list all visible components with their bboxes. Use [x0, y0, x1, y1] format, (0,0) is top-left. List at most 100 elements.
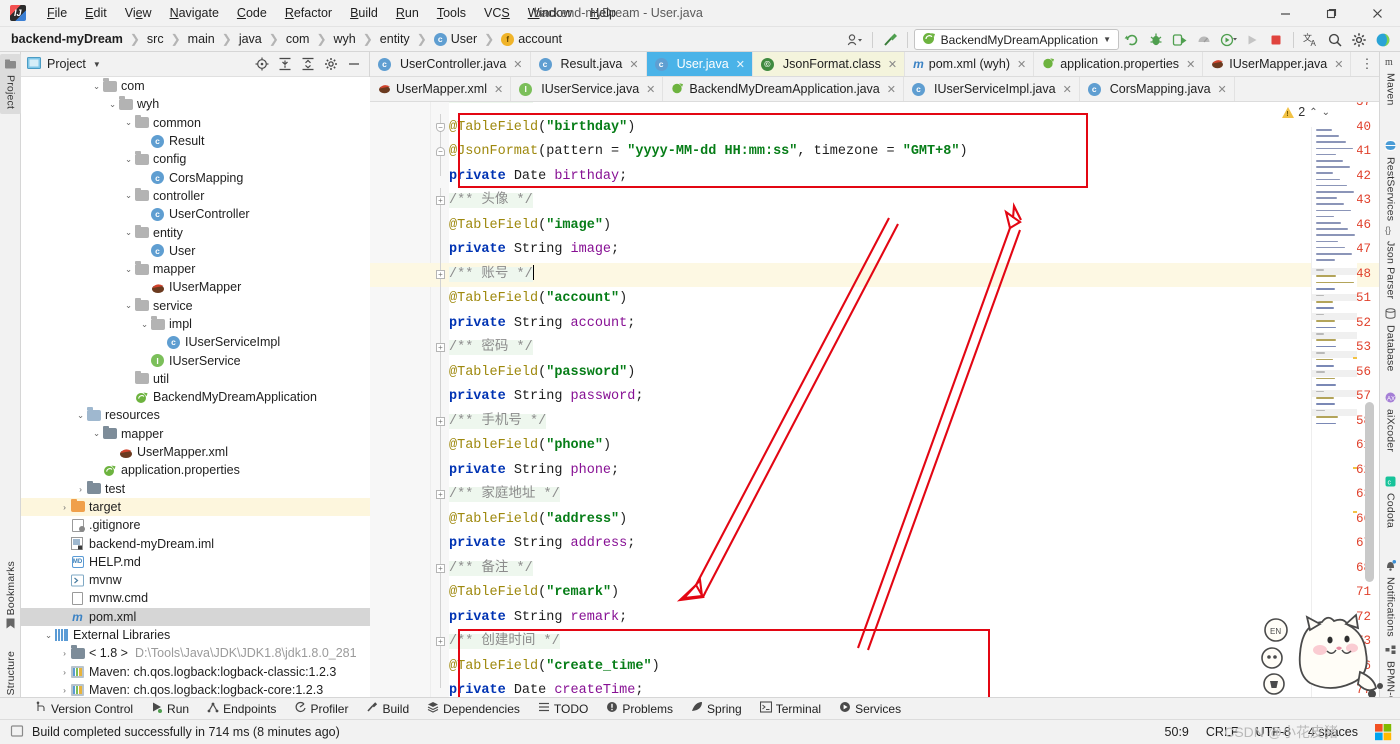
tool-window-profiler[interactable]: Profiler [285, 700, 357, 717]
chevron-down-icon[interactable]: ⌄ [123, 190, 134, 201]
breadcrumb-item-main[interactable]: main [185, 31, 218, 47]
next-problem-icon[interactable]: ⌄ [1322, 107, 1330, 118]
tree-item-maven-ch-qos-logback-logback-classic-1-2-3[interactable]: › Maven: ch.qos.logback:logback-classic:1… [21, 663, 370, 681]
sidebar-item-bookmarks[interactable]: Bookmarks [0, 561, 21, 632]
caret-position[interactable]: 50:9 [1165, 725, 1189, 739]
close-icon[interactable]: ✕ [1063, 83, 1072, 96]
close-icon[interactable]: ✕ [1334, 58, 1343, 71]
hide-panel-icon[interactable] [344, 55, 363, 74]
profile-icon[interactable] [1193, 30, 1215, 50]
tool-window-endpoints[interactable]: Endpoints [198, 700, 285, 717]
tree-item--gitignore[interactable]: .gitignore [21, 516, 370, 534]
editor-tabs-row-1[interactable]: c UserController.java ✕ c Result.java ✕ c User.… [370, 52, 1379, 77]
maximize-button[interactable] [1308, 0, 1354, 27]
tree-item-resources[interactable]: ⌄ resources [21, 406, 370, 424]
run-configuration-selector[interactable]: BackendMyDreamApplication ▼ [913, 29, 1119, 50]
chevron-right-icon[interactable]: › [59, 648, 70, 658]
tree-item-mapper[interactable]: ⌄ mapper [21, 260, 370, 278]
breadcrumb-item-user[interactable]: c User [431, 31, 480, 47]
breadcrumb-item-entity[interactable]: entity [377, 31, 413, 47]
fold-expand-icon[interactable]: + [436, 196, 445, 205]
tree-item-usermapper-xml[interactable]: UserMapper.xml [21, 443, 370, 461]
menu-code[interactable]: Code [228, 3, 276, 23]
user-icon[interactable] [844, 30, 866, 50]
menu-refactor[interactable]: Refactor [276, 3, 341, 23]
chevron-down-icon[interactable]: ▼ [93, 60, 101, 69]
source-code[interactable]: /** 生日 */ @TableField("birthday") @JsonFor… [449, 102, 1379, 714]
run-with-coverage-icon[interactable] [1169, 30, 1191, 50]
breadcrumb-item-java[interactable]: java [236, 31, 265, 47]
sidebar-item-restservices[interactable]: RestServices [1380, 140, 1400, 221]
close-icon[interactable]: ✕ [887, 83, 896, 96]
sidebar-item-aixcoder[interactable]: AX aiXcoder [1380, 392, 1400, 452]
chevron-down-icon[interactable]: ⌄ [75, 410, 86, 421]
tool-window-run[interactable]: Run [142, 700, 198, 717]
sidebar-item-project[interactable]: Project [0, 54, 21, 115]
tree-item-wyh[interactable]: ⌄ wyh [21, 95, 370, 113]
fold-expand-icon[interactable]: + [436, 490, 445, 499]
chevron-down-icon[interactable]: ⌄ [91, 428, 102, 439]
close-icon[interactable]: ✕ [646, 83, 655, 96]
fold-expand-icon[interactable]: + [436, 416, 445, 426]
sidebar-item-codota[interactable]: c Codota [1380, 476, 1400, 528]
editor-tab-jsonformat-class[interactable]: © JsonFormat.class ✕ [752, 52, 906, 76]
tree-item-usercontroller[interactable]: c UserController [21, 205, 370, 223]
menu-build[interactable]: Build [341, 3, 387, 23]
rerun-icon[interactable] [1121, 30, 1143, 50]
fold-collapse-icon[interactable]: − [436, 122, 445, 132]
tree-item-entity[interactable]: ⌄ entity [21, 223, 370, 241]
editor-tab-iuserserviceimpl-java[interactable]: c IUserServiceImpl.java ✕ [904, 77, 1080, 101]
tree-item-iuserservice[interactable]: I IUserService [21, 351, 370, 369]
settings-gear-icon[interactable] [1348, 30, 1370, 50]
tree-item-pom-xml[interactable]: m pom.xml [21, 607, 370, 626]
tree-item-mvnw[interactable]: mvnw [21, 571, 370, 589]
chevron-down-icon[interactable]: ⌄ [123, 300, 134, 311]
close-icon[interactable]: ✕ [1017, 58, 1026, 71]
menu-view[interactable]: View [116, 3, 161, 23]
menu-vcs[interactable]: VCS [475, 3, 519, 23]
chevron-down-icon[interactable]: ⌄ [123, 117, 134, 128]
menu-edit[interactable]: Edit [76, 3, 116, 23]
tree-item-mvnw-cmd[interactable]: mvnw.cmd [21, 589, 370, 607]
tree-item-iuserserviceimpl[interactable]: c IUserServiceImpl [21, 333, 370, 351]
breadcrumb-item-backend-mydream[interactable]: backend-myDream [8, 31, 126, 47]
editor-tab-backendmydreamapplication-java[interactable]: BackendMyDreamApplication.java ✕ [663, 77, 904, 101]
code-editor[interactable]: 37 40 41 42 43 46 47 48 51 52 53 56 57 58 61 62 63 66 67 68… [370, 102, 1379, 714]
fold-expand-icon[interactable]: + [436, 343, 445, 352]
close-icon[interactable]: ✕ [1186, 58, 1195, 71]
tree-item-util[interactable]: util [21, 370, 370, 388]
tool-window-build[interactable]: Build [357, 700, 418, 717]
collapse-all-icon[interactable] [298, 55, 317, 74]
editor-tab-iusermapper-java[interactable]: IUserMapper.java ✕ [1203, 52, 1352, 76]
expand-all-icon[interactable] [275, 55, 294, 74]
tree-item-backend-mydream-iml[interactable]: backend-myDream.iml [21, 534, 370, 552]
tool-window-dependencies[interactable]: Dependencies [418, 700, 529, 717]
fold-region-end-icon[interactable]: − [436, 147, 445, 156]
editor-tab-application-properties[interactable]: application.properties ✕ [1034, 52, 1204, 76]
tool-window-version-control[interactable]: Version Control [26, 700, 142, 717]
chevron-down-icon[interactable]: ⌄ [123, 227, 134, 238]
inspection-widget[interactable]: 2 ⌃ ⌄ [1282, 105, 1330, 119]
editor-tab-user-java[interactable]: c User.java ✕ [646, 52, 753, 76]
close-icon[interactable]: ✕ [888, 58, 897, 71]
project-tree[interactable]: ⌄ com ⌄ wyh ⌄ common c Result ⌄ config c CorsMappin… [21, 77, 370, 714]
sidebar-item-maven[interactable]: m Maven [1380, 56, 1400, 106]
editor-tab-usermapper-xml[interactable]: UserMapper.xml ✕ [370, 77, 512, 101]
chevron-down-icon[interactable]: ⌄ [91, 81, 102, 92]
run-tests-icon[interactable] [1217, 30, 1239, 50]
chevron-down-icon[interactable]: ⌄ [123, 264, 134, 275]
chevron-down-icon[interactable]: ⌄ [107, 99, 118, 110]
chevron-right-icon[interactable]: › [59, 502, 70, 512]
tree-item-target[interactable]: › target [21, 497, 370, 517]
tree-item-user[interactable]: c User [21, 242, 370, 260]
editor-tab-result-java[interactable]: c Result.java ✕ [531, 52, 647, 76]
tree-item-common[interactable]: ⌄ common [21, 114, 370, 132]
tree-item-corsmapping[interactable]: c CorsMapping [21, 168, 370, 186]
editor-tab-corsmapping-java[interactable]: c CorsMapping.java ✕ [1080, 77, 1235, 101]
search-icon[interactable] [1324, 30, 1346, 50]
tree-item-impl[interactable]: ⌄ impl [21, 315, 370, 333]
tool-window-spring[interactable]: Spring [682, 700, 751, 717]
close-icon[interactable]: ✕ [629, 58, 638, 71]
chevron-down-icon[interactable]: ⌄ [43, 630, 54, 641]
chevron-right-icon[interactable]: › [75, 484, 86, 494]
